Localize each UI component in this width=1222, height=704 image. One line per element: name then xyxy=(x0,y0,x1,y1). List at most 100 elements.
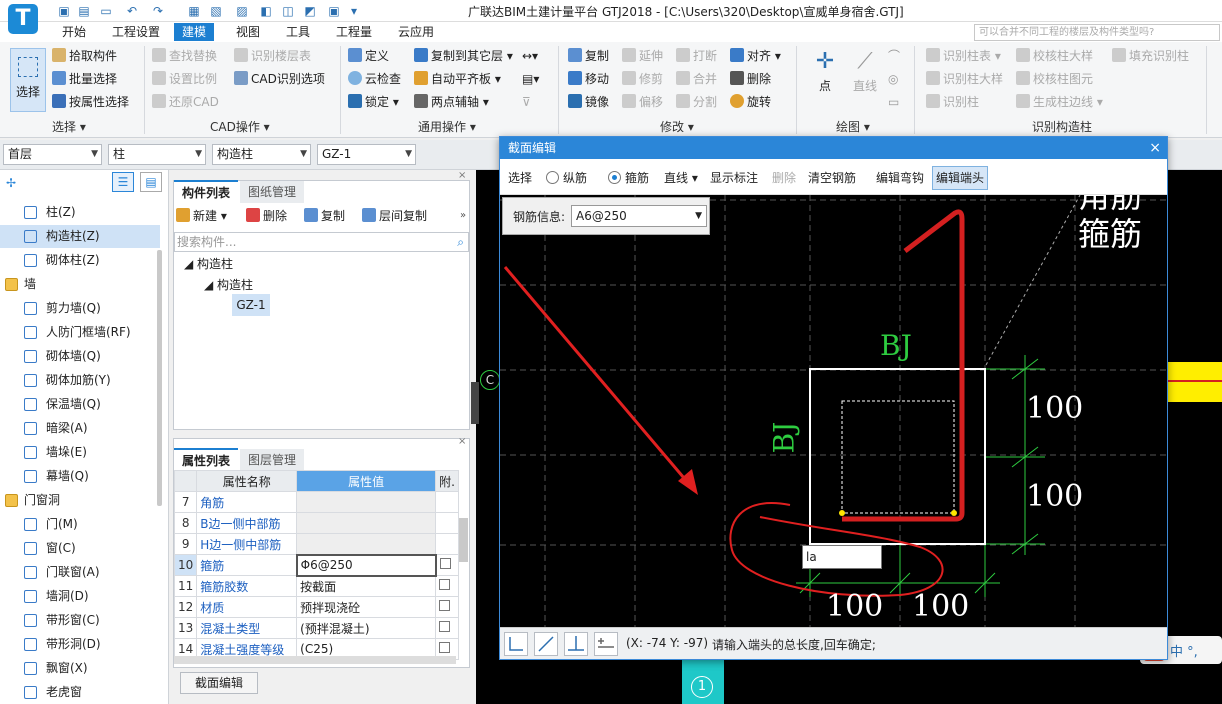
menu-project-settings[interactable]: 工程设置 xyxy=(104,23,168,41)
end-length-input[interactable]: la xyxy=(802,545,882,569)
mirror-button[interactable]: 镜像 xyxy=(568,92,609,112)
check-column-element-button[interactable]: 校核柱图元 xyxy=(1016,69,1093,89)
type-select[interactable]: 构造柱 ▼ xyxy=(212,144,311,165)
attach-checkbox[interactable] xyxy=(435,575,459,597)
copy-button[interactable]: 复制 xyxy=(568,46,609,66)
highlighted-element[interactable] xyxy=(1168,362,1222,402)
nav-item[interactable]: 窗(C) xyxy=(0,537,160,560)
tree-root[interactable]: ◢ 构造柱 xyxy=(184,255,233,272)
toolbar-icon-g[interactable]: ▣ xyxy=(326,3,342,19)
nav-item[interactable]: 剪力墙(Q) xyxy=(0,297,160,320)
undo-icon[interactable]: ↶ xyxy=(124,3,140,19)
menu-view[interactable]: 视图 xyxy=(228,23,268,41)
toolbar-icon-e[interactable]: ◫ xyxy=(280,3,296,19)
attach-checkbox[interactable] xyxy=(435,554,459,576)
align-button[interactable]: 对齐 ▾ xyxy=(730,46,781,66)
toolbar-icon-b[interactable]: ▧ xyxy=(208,3,224,19)
ribbon-small-icon-1[interactable]: ↔▾ xyxy=(522,46,538,66)
fill-recognize-column-button[interactable]: 填充识别柱 xyxy=(1112,46,1189,66)
perpendicular-icon[interactable] xyxy=(564,632,588,656)
toolbar-icon-a[interactable]: ▦ xyxy=(186,3,202,19)
nav-item[interactable]: 砌体柱(Z) xyxy=(0,249,160,272)
copy-component-button[interactable]: 复制 xyxy=(304,206,345,226)
nav-item[interactable]: 墙洞(D) xyxy=(0,585,160,608)
nav-item[interactable]: 砌体墙(Q) xyxy=(0,345,160,368)
recognize-column-table-button[interactable]: 识别柱表 ▾ xyxy=(926,46,1001,66)
panel-close-icon[interactable]: × xyxy=(458,436,466,447)
set-scale-button[interactable]: 设置比例 xyxy=(152,69,217,89)
property-value[interactable]: 预拌现浇砼 xyxy=(296,596,437,618)
attach-checkbox[interactable] xyxy=(435,512,459,534)
property-row[interactable]: 8 B边一侧中部筋 xyxy=(173,512,459,534)
property-value[interactable] xyxy=(296,512,437,534)
grid-view-icon[interactable]: ▤ xyxy=(140,172,162,192)
nav-item[interactable]: 人防门框墙(RF) xyxy=(0,321,160,344)
menu-tools[interactable]: 工具 xyxy=(278,23,318,41)
move-button[interactable]: 移动 xyxy=(568,69,609,89)
tree-leaf-gz1[interactable]: GZ-1 xyxy=(232,294,270,316)
find-replace-button[interactable]: 查找替换 xyxy=(152,46,217,66)
draw-tool-1-icon[interactable]: ⌒ xyxy=(888,46,900,66)
menu-modeling[interactable]: 建模 xyxy=(174,23,215,41)
cloud-check-button[interactable]: 云检查 xyxy=(348,69,401,89)
clear-rebar-button[interactable]: 清空钢筋 xyxy=(808,169,856,187)
pick-component-button[interactable]: 拾取构件 xyxy=(52,46,117,66)
recognize-column-detail-button[interactable]: 识别柱大样 xyxy=(926,69,1003,89)
edit-hook-button[interactable]: 编辑弯钩 xyxy=(876,169,924,187)
edit-end-button[interactable]: 编辑端头 xyxy=(932,166,989,190)
property-value[interactable]: (预拌混凝土) xyxy=(296,617,437,639)
properties-hscrollbar[interactable] xyxy=(174,656,456,664)
open-folder-icon[interactable]: ▭ xyxy=(98,3,114,19)
nav-item[interactable]: 门(M) xyxy=(0,513,160,536)
nav-item[interactable]: 老虎窗 xyxy=(0,681,160,704)
close-icon[interactable]: × xyxy=(1149,137,1161,159)
component-select[interactable]: GZ-1 ▼ xyxy=(317,144,416,165)
list-view-icon[interactable]: ☰ xyxy=(112,172,134,192)
redo-icon[interactable]: ↷ xyxy=(150,3,166,19)
ribbon-small-icon-2[interactable]: ▤▾ xyxy=(522,69,539,89)
delete-rebar-button[interactable]: 删除 xyxy=(772,169,796,187)
nav-category[interactable]: 墙 xyxy=(0,273,160,296)
toolbar-icon-f[interactable]: ◩ xyxy=(302,3,318,19)
property-value[interactable] xyxy=(296,533,437,555)
property-row[interactable]: 13 混凝土类型 (预拌混凝土) xyxy=(173,617,459,639)
menu-cloud[interactable]: 云应用 xyxy=(390,23,442,41)
line-mode-dropdown[interactable]: 直线 ▾ xyxy=(664,169,698,187)
nav-item[interactable]: 门联窗(A) xyxy=(0,561,160,584)
tree-child[interactable]: ◢ 构造柱 xyxy=(204,276,253,293)
rebar-info-select[interactable]: A6@250 ▼ xyxy=(571,205,707,227)
app-logo-icon[interactable]: T xyxy=(8,4,38,34)
filter-icon[interactable]: ⊽ xyxy=(522,92,531,112)
select-by-attr-button[interactable]: 按属性选择 xyxy=(52,92,129,112)
nav-item[interactable]: 墙垛(E) xyxy=(0,441,160,464)
attach-checkbox[interactable] xyxy=(435,491,459,513)
check-column-detail-button[interactable]: 校核柱大样 xyxy=(1016,46,1093,66)
tab-layer-management[interactable]: 图层管理 xyxy=(240,449,305,471)
new-component-button[interactable]: 新建 ▾ xyxy=(176,206,227,226)
toolbar-icon-c[interactable]: ▨ xyxy=(234,3,250,19)
tab-drawing-management[interactable]: 图纸管理 xyxy=(240,181,305,203)
extend-button[interactable]: 延伸 xyxy=(622,46,663,66)
copy-to-other-floor-button[interactable]: 复制到其它层 ▾ xyxy=(414,46,513,66)
ortho-mode-icon[interactable] xyxy=(504,632,528,656)
section-drawing-area[interactable]: BJ BJ 100 100 100 100 箍筋 角筋 la 钢筋信息: A6@… xyxy=(500,195,1167,627)
top-search-input[interactable]: 可以合并不同工程的楼层及构件类型吗? xyxy=(974,24,1220,41)
interfloor-copy-button[interactable]: 层间复制 xyxy=(362,206,427,226)
select-tool-button[interactable]: 选择 xyxy=(508,169,532,187)
group-label-select[interactable]: 选择 ▾ xyxy=(52,118,86,135)
save-icon[interactable]: ▣ xyxy=(56,3,72,19)
attach-checkbox[interactable] xyxy=(435,596,459,618)
recognize-floor-table-button[interactable]: 识别楼层表 xyxy=(234,46,311,66)
new-file-icon[interactable]: ▤ xyxy=(76,3,92,19)
nav-item[interactable]: 带形洞(D) xyxy=(0,633,160,656)
property-row[interactable]: 7 角筋 xyxy=(173,491,459,513)
draw-line-button[interactable]: ⟋ 直线 xyxy=(848,48,882,100)
lock-button[interactable]: 锁定 ▾ xyxy=(348,92,399,112)
trim-button[interactable]: 修剪 xyxy=(622,69,663,89)
customize-quick-access-icon[interactable]: ▾ xyxy=(346,3,362,19)
nav-item[interactable]: 砌体加筋(Y) xyxy=(0,369,160,392)
draw-point-button[interactable]: ✛ 点 xyxy=(810,48,840,100)
select-button[interactable]: 选择 xyxy=(10,48,46,112)
generate-column-edge-button[interactable]: 生成柱边线 ▾ xyxy=(1016,92,1103,112)
draw-tool-2-icon[interactable]: ◎ xyxy=(888,69,898,89)
